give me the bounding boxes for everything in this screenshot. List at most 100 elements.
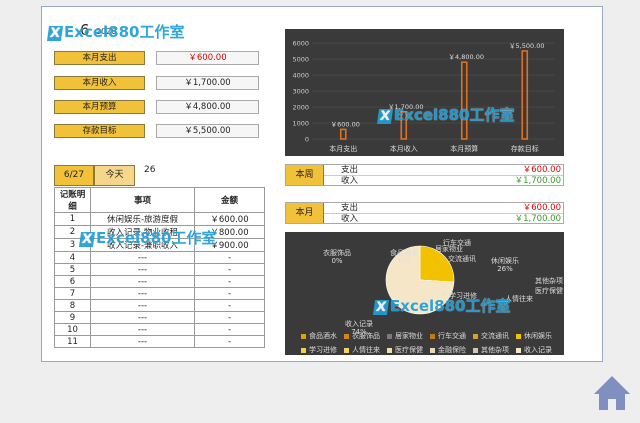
tab-today[interactable]: 今天 bbox=[94, 165, 135, 186]
legend-item: 人情往来 bbox=[344, 345, 387, 355]
col-header-no: 记账明细 bbox=[54, 187, 91, 213]
pie-label-leisure-name: 休闲娱乐 bbox=[491, 257, 519, 265]
col-header-item: 事项 bbox=[90, 187, 195, 213]
legend-swatch bbox=[430, 347, 435, 353]
monthly-expense-value: ￥600.00 bbox=[522, 203, 561, 213]
row-item: --- bbox=[90, 311, 195, 324]
bar bbox=[339, 128, 347, 140]
legend-swatch bbox=[473, 347, 478, 353]
legend-label: 行车交通 bbox=[438, 332, 466, 340]
legend-label: 衣服饰品 bbox=[352, 332, 380, 340]
x-tick-label: 本月支出 bbox=[329, 144, 357, 153]
legend-item: 收入记录 bbox=[516, 345, 559, 355]
row-amount: - bbox=[194, 275, 265, 288]
pie-chart-area: 衣服饰品 0% 食品酒水 0% 行车交通 居家物业 交流通讯 休闲娱乐 26% 其他杂… bbox=[285, 232, 564, 355]
legend-item: 学习进修 bbox=[301, 345, 344, 355]
bar-chart: 0100020003000400050006000￥600.00本月支出￥1,7… bbox=[292, 40, 555, 153]
legend-item: 居家物业 bbox=[387, 331, 430, 341]
x-tick-label: 本月收入 bbox=[390, 144, 418, 153]
weekly-summary-tag: 本周 bbox=[286, 165, 324, 185]
watermark-table-text: Excel880工作室 bbox=[96, 229, 217, 247]
bar bbox=[521, 50, 529, 140]
legend-label: 金融保险 bbox=[438, 346, 466, 354]
weekly-summary: 本周 支出 ￥600.00 收入 ￥1,700.00 bbox=[285, 164, 564, 186]
row-amount: - bbox=[194, 251, 265, 264]
row-amount: - bbox=[194, 299, 265, 312]
bar-data-label: ￥600.00 bbox=[331, 120, 360, 128]
pie-label-income-name: 收入记录 bbox=[345, 320, 373, 328]
monthly-summary: 本月 支出 ￥600.00 收入 ￥1,700.00 bbox=[285, 202, 564, 224]
legend-item: 医疗保健 bbox=[387, 345, 430, 355]
monthly-income-value: ￥1,700.00 bbox=[514, 214, 561, 224]
legend-swatch bbox=[301, 333, 306, 339]
pie-label-home: 居家物业 bbox=[435, 245, 463, 253]
table-row[interactable]: 9 --- - bbox=[54, 311, 265, 324]
row-number: 8 bbox=[54, 299, 91, 312]
watermark-bar-text: Excel880工作室 bbox=[394, 106, 515, 124]
table-row[interactable]: 8 --- - bbox=[54, 299, 265, 312]
row-number: 5 bbox=[54, 263, 91, 276]
bar bbox=[460, 61, 468, 140]
y-tick-label: 1000 bbox=[292, 120, 309, 128]
dashboard-panel: 6 2020 本月支出 ￥600.00 本月收入 ￥1,700.00 本月预算 … bbox=[41, 6, 603, 362]
watermark-top: X Excel880工作室 bbox=[46, 21, 184, 42]
stat-value-income[interactable]: ￥1,700.00 bbox=[156, 76, 259, 90]
watermark-logo-icon: X bbox=[46, 26, 64, 41]
weekly-expense-value: ￥600.00 bbox=[522, 165, 561, 175]
pie-label-leisure: 休闲娱乐 26% bbox=[491, 257, 519, 273]
row-item: --- bbox=[90, 335, 195, 348]
home-icon bbox=[594, 376, 630, 410]
y-tick-label: 4000 bbox=[292, 72, 309, 80]
legend-swatch bbox=[387, 347, 392, 353]
row-item: --- bbox=[90, 251, 195, 264]
stat-value-budget[interactable]: ￥4,800.00 bbox=[156, 100, 259, 114]
row-item: --- bbox=[90, 299, 195, 312]
monthly-income-row: 收入 ￥1,700.00 bbox=[324, 213, 563, 224]
legend-item: 其他杂项 bbox=[473, 345, 516, 355]
y-tick-label: 0 bbox=[305, 136, 309, 144]
row-amount: - bbox=[194, 323, 265, 336]
pie-label-food: 食品酒水 0% bbox=[390, 249, 418, 265]
stat-label-expense: 本月支出 bbox=[54, 51, 145, 65]
legend-item: 休闲娱乐 bbox=[516, 331, 559, 341]
stat-value-expense[interactable]: ￥600.00 bbox=[156, 51, 259, 65]
tab-date[interactable]: 6/27 bbox=[54, 165, 94, 186]
legend-label: 医疗保健 bbox=[395, 346, 423, 354]
table-row[interactable]: 10 --- - bbox=[54, 323, 265, 336]
legend-label: 其他杂项 bbox=[481, 346, 509, 354]
watermark-pie-text: Excel880工作室 bbox=[390, 297, 511, 315]
pie-label-comm-name: 交流通讯 bbox=[448, 255, 476, 263]
legend-label: 休闲娱乐 bbox=[524, 332, 552, 340]
legend-swatch bbox=[516, 333, 521, 339]
table-row[interactable]: 1 休闲娱乐-旅游度假 ￥600.00 bbox=[54, 212, 265, 226]
table-row[interactable]: 7 --- - bbox=[54, 287, 265, 300]
legend-label: 收入记录 bbox=[524, 346, 552, 354]
table-row[interactable]: 11 --- - bbox=[54, 335, 265, 348]
bar-data-label: ￥4,800.00 bbox=[449, 53, 484, 61]
row-number: 7 bbox=[54, 287, 91, 300]
legend-item: 衣服饰品 bbox=[344, 331, 387, 341]
pie-label-clothing: 衣服饰品 0% bbox=[323, 249, 351, 265]
table-header-row: 记账明细 事项 金额 bbox=[54, 187, 265, 213]
day-count: 26 bbox=[144, 165, 156, 175]
row-number: 9 bbox=[54, 311, 91, 324]
legend-swatch bbox=[344, 333, 349, 339]
watermark-pie: X Excel880工作室 bbox=[372, 295, 511, 316]
legend-swatch bbox=[430, 333, 435, 339]
x-tick-label: 本月预算 bbox=[450, 144, 478, 153]
pie-legend: 食品酒水 衣服饰品 居家物业 行车交通 交流通讯 休闲娱乐学习进修 人情往来 医疗保健 金融保险… bbox=[301, 331, 561, 359]
pie-label-food-pct: 0% bbox=[398, 257, 410, 265]
stat-value-savings[interactable]: ￥5,500.00 bbox=[156, 124, 259, 138]
watermark-logo-icon: X bbox=[372, 300, 390, 315]
legend-swatch bbox=[301, 347, 306, 353]
legend-item: 交流通讯 bbox=[473, 331, 516, 341]
table-row[interactable]: 4 --- - bbox=[54, 251, 265, 264]
table-row[interactable]: 6 --- - bbox=[54, 275, 265, 288]
row-amount: - bbox=[194, 311, 265, 324]
row-number: 11 bbox=[54, 335, 91, 348]
home-button[interactable] bbox=[590, 372, 634, 414]
watermark-logo-icon: X bbox=[78, 232, 96, 247]
ledger-table: 记账明细 事项 金额 1 休闲娱乐-旅游度假 ￥600.00 2 收入记录-物业收租 ￥8… bbox=[54, 187, 265, 348]
pie-label-comm: 交流通讯 bbox=[448, 255, 476, 263]
table-row[interactable]: 5 --- - bbox=[54, 263, 265, 276]
